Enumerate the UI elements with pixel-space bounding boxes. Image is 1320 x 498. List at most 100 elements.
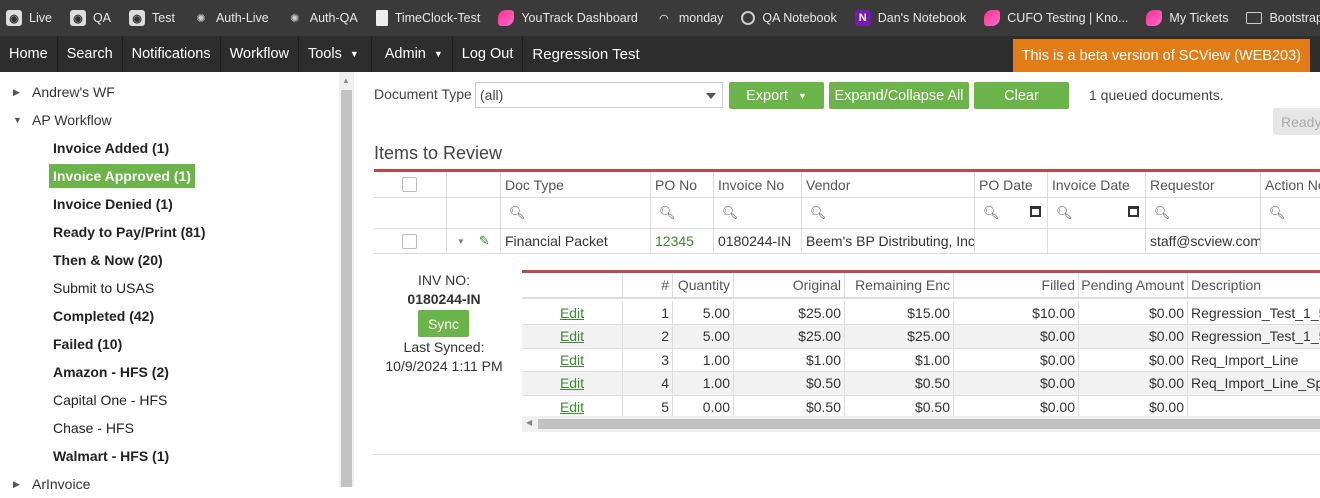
sidebar-item[interactable]: Walmart - HFS (1) [49, 444, 173, 468]
bookmark-item[interactable]: ◉ QA [69, 10, 111, 26]
bookmark-item[interactable]: YouTrack Dashboard [498, 10, 638, 26]
lines-col-header[interactable]: Remaining Enc [844, 273, 953, 297]
line-cell-num: 5 [622, 395, 672, 419]
col-header-invoice-date[interactable]: Invoice Date [1047, 172, 1145, 197]
table-row[interactable]: ▼ ✎ Financial Packet 12345 0180244-IN Be… [374, 229, 1320, 254]
nav-workflow[interactable]: Workflow [221, 36, 299, 72]
horizontal-scrollbar[interactable]: ◀ [522, 416, 1320, 432]
col-header-action-no[interactable]: Action No [1260, 172, 1320, 197]
filter-vendor[interactable]: 🔍︎ [801, 198, 974, 228]
sidebar-item[interactable]: Chase - HFS [49, 416, 138, 440]
nav-tools-dropdown[interactable]: Tools ▼ [299, 36, 372, 72]
table-row: Edit 4 1.00 $0.50 $0.50 $0.00 $0.00 Req_Import_… [522, 371, 1320, 396]
sidebar-item[interactable]: Invoice Denied (1) [49, 192, 177, 216]
lines-col-header[interactable]: Description [1187, 273, 1320, 297]
filter-invoice-no[interactable]: 🔍︎ [713, 198, 801, 228]
bookmark-label: monday [678, 11, 724, 25]
ready-button[interactable]: Ready [1273, 108, 1320, 135]
expand-collapse-button[interactable]: Expand/Collapse All [829, 82, 969, 109]
bookmark-label: Live [29, 11, 52, 25]
row-checkbox[interactable] [402, 233, 417, 249]
col-header-po-date[interactable]: PO Date [974, 172, 1047, 197]
filter-po-date[interactable]: 🔍︎ [974, 198, 1047, 228]
sidebar-scrollbar[interactable]: ▲ [339, 72, 354, 487]
nav-home[interactable]: Home [0, 36, 58, 72]
calendar-icon[interactable] [1030, 206, 1041, 217]
sidebar-item[interactable]: Invoice Approved (1) [49, 164, 195, 188]
edit-link[interactable]: Edit [560, 375, 584, 391]
lines-col-header[interactable]: Original [733, 273, 844, 297]
scroll-up-icon[interactable]: ▲ [342, 76, 350, 85]
nav-notifications[interactable]: Notifications [123, 36, 221, 72]
filter-doc-type[interactable]: 🔍︎ [500, 198, 650, 228]
edit-link[interactable]: Edit [560, 352, 584, 368]
lines-col-header[interactable]: # [622, 273, 672, 297]
sync-button[interactable]: Sync [418, 310, 469, 337]
col-header-doc-type[interactable]: Doc Type [500, 172, 650, 197]
filter-requestor[interactable]: 🔍︎ [1145, 198, 1260, 228]
edit-link[interactable]: Edit [560, 399, 584, 415]
cell-requestor: staff@scview.com [1145, 229, 1260, 253]
sidebar-item[interactable]: Invoice Added (1) [49, 136, 173, 160]
col-header-invoice-no[interactable]: Invoice No [713, 172, 801, 197]
bookmark-item[interactable]: ◉ Live [6, 10, 52, 26]
sidebar-item[interactable]: Amazon - HFS (2) [49, 360, 173, 384]
export-button[interactable]: Export ▼ [729, 82, 824, 109]
bookmark-label: Auth-QA [309, 11, 358, 25]
caret-right-icon[interactable]: ▶ [13, 87, 21, 98]
page-title-text: Regression Test [532, 45, 640, 63]
cell-action-no [1260, 229, 1320, 253]
doc-type-select[interactable]: (all) [475, 82, 723, 108]
filter-invoice-date[interactable]: 🔍︎ [1047, 198, 1145, 228]
scrollbar-thumb[interactable] [538, 419, 1320, 429]
chevron-down-icon[interactable]: ▼ [457, 237, 465, 246]
select-all-checkbox[interactable] [402, 177, 417, 192]
caret-down-icon[interactable]: ▼ [13, 115, 22, 125]
tree-group-andrews-wf[interactable]: ▶ Andrew's WF [0, 78, 115, 106]
col-header-vendor[interactable]: Vendor [801, 172, 974, 197]
line-cell-pending: $0.00 [1078, 395, 1187, 419]
cell-po-no-link[interactable]: 12345 [650, 229, 713, 253]
lines-col-header[interactable]: Quantity [672, 273, 733, 297]
edit-link[interactable]: Edit [560, 328, 584, 344]
scroll-left-icon[interactable]: ◀ [526, 418, 532, 427]
last-synced-label: Last Synced: [403, 339, 485, 355]
sidebar-item[interactable]: Capital One - HFS [49, 388, 171, 412]
bookmark-item[interactable]: ✺ Auth-Live [193, 10, 268, 26]
tree-group-ap-workflow[interactable]: ▼ AP Workflow [0, 106, 112, 134]
sidebar-item[interactable]: Ready to Pay/Print (81) [49, 220, 210, 244]
sidebar-item[interactable]: Then & Now (20) [49, 248, 167, 272]
edit-link[interactable]: Edit [560, 305, 584, 321]
bookmark-item[interactable]: CUFO Testing | Kno... [984, 10, 1128, 26]
nav-admin-dropdown[interactable]: Admin ▼ [372, 36, 453, 72]
filter-action-no[interactable]: 🔍︎ [1260, 198, 1320, 228]
col-header-po-no[interactable]: PO No [650, 172, 713, 197]
sidebar-item[interactable]: Failed (10) [49, 332, 126, 356]
bookmark-item[interactable]: TimeClock-Test [375, 10, 480, 26]
caret-right-icon[interactable]: ▶ [13, 479, 21, 490]
bookmark-item[interactable]: My Tickets [1146, 10, 1228, 26]
filter-po-no[interactable]: 🔍︎ [650, 198, 713, 228]
nav-search[interactable]: Search [58, 36, 123, 72]
bookmark-item[interactable]: ◉ Test [129, 10, 175, 26]
cell-doc-type: Financial Packet [500, 229, 650, 253]
nav-logout[interactable]: Log Out [453, 36, 524, 72]
bookmark-item[interactable]: N Dan's Notebook [854, 10, 966, 26]
lines-col-header[interactable]: Pending Amount [1078, 273, 1187, 297]
beta-banner-text: This is a beta version of SCView (WEB203… [1021, 47, 1301, 64]
pencil-icon[interactable]: ✎ [479, 233, 490, 249]
bookmark-item[interactable]: QA Notebook [741, 11, 837, 25]
lines-col-header[interactable]: Filled [953, 273, 1078, 297]
bookmark-item[interactable]: Bootstrap Styling [1246, 11, 1320, 25]
scrollbar-thumb[interactable] [341, 90, 352, 487]
bookmark-item[interactable]: ✺ Auth-QA [287, 10, 358, 26]
tree-group-arinvoice[interactable]: ▶ ArInvoice [0, 470, 90, 498]
sidebar-item[interactable]: Completed (42) [49, 304, 158, 328]
clear-button[interactable]: Clear [974, 82, 1069, 109]
col-header-requestor[interactable]: Requestor [1145, 172, 1260, 197]
sidebar-item[interactable]: Submit to USAS [49, 276, 158, 300]
line-cell-filled: $0.00 [953, 348, 1078, 372]
bookmark-label: Test [152, 11, 175, 25]
calendar-icon[interactable] [1128, 206, 1139, 217]
bookmark-item[interactable]: ◠ monday [656, 10, 723, 26]
